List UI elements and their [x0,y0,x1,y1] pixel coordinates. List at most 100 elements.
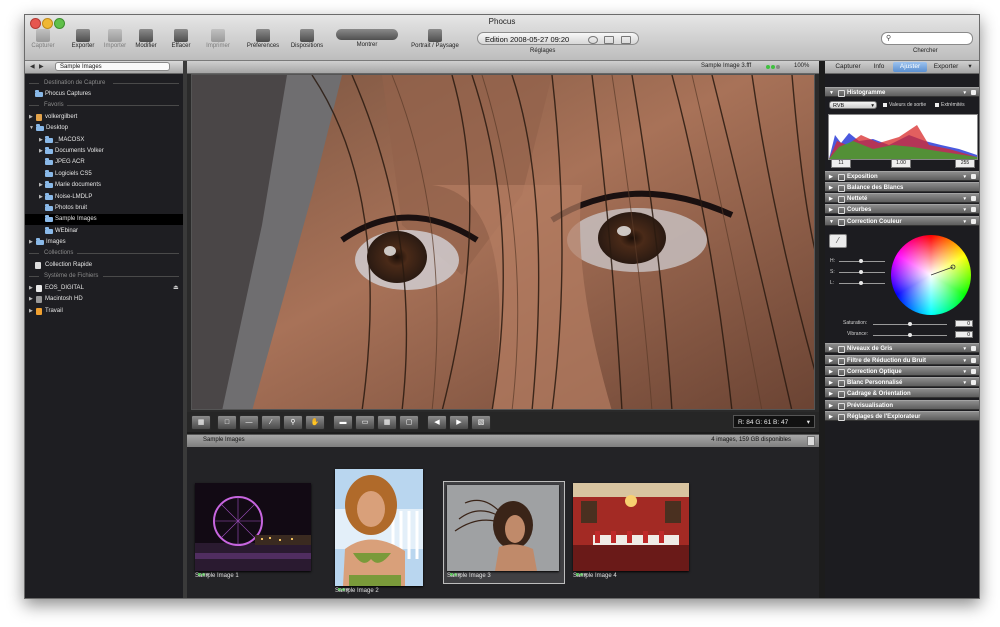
tool-nettete[interactable]: ▶ Netteté ▾ [825,193,979,203]
tool-enable-checkbox[interactable] [838,358,845,365]
forward-arrow-icon[interactable]: ▶ [39,63,44,70]
grid-view-button[interactable]: ▦ [377,415,397,430]
tool-histogramme[interactable]: ▼ Histogramme ▾ [825,87,979,97]
sidebar-item-sample-images[interactable]: Sample Images [25,214,183,225]
chevron-down-icon[interactable]: ▾ [963,344,966,354]
chevron-down-icon[interactable]: ▾ [963,194,966,204]
zoom-tool-button[interactable]: ⚲ [283,415,303,430]
preferences-button[interactable]: Préferences [243,29,283,59]
tool-reglages-explorateur[interactable]: ▶ Réglages de l'Explorateur [825,411,979,421]
main-photo[interactable] [191,74,815,410]
sidebar-item-volkergilbert[interactable]: ▶ volkergilbert [25,112,183,123]
tool-niveaux-gris[interactable]: ▶ Niveaux de Gris ▾ [825,343,979,353]
next-image-button[interactable]: ▶ [449,415,469,430]
tool-enable-checkbox[interactable] [838,380,845,387]
vibrance-value[interactable]: 0 [955,331,973,338]
tool-blanc-personnalise[interactable]: ▶ Blanc Personnalisé ▾ [825,377,979,387]
disclosure-down-icon[interactable]: ▼ [29,123,34,134]
tool-balance-blancs[interactable]: ▶ Balance des Blancs [825,182,979,192]
sidebar-item-eos-digital[interactable]: ▶ EOS_DIGITAL ⏏ [25,283,183,294]
saturation-value[interactable]: 0 [955,320,973,327]
reset-icon[interactable] [971,90,976,95]
reset-icon[interactable] [971,174,976,179]
saturation-slider-knob[interactable] [908,322,912,326]
edition-selector[interactable]: Edition 2008-05-27 09:20 [477,32,639,45]
loupe-view-button[interactable]: ▢ [399,415,419,430]
chevron-down-icon[interactable]: ▾ [807,416,810,429]
reset-icon[interactable] [971,358,976,363]
search-input[interactable]: ⚲ [881,32,973,45]
fullscreen-button[interactable]: ▧ [471,415,491,430]
tool-cadrage-orientation[interactable]: ▶ Cadrage & Orientation [825,388,979,398]
tool-enable-checkbox[interactable] [838,196,845,203]
chevron-down-icon[interactable]: ▾ [963,88,966,98]
montrer-button[interactable]: Montrer [335,29,399,59]
chevron-down-icon[interactable]: ▾ [963,172,966,182]
reset-icon[interactable] [971,346,976,351]
tool-enable-checkbox[interactable] [838,391,845,398]
disclosure-right-icon[interactable]: ▶ [39,135,43,146]
disclosure-right-icon[interactable]: ▶ [39,180,43,191]
sidebar-item-webinar[interactable]: WEbinar [25,226,183,237]
reset-icon[interactable] [971,369,976,374]
l-slider-knob[interactable] [859,281,863,285]
tab-capturer[interactable]: Capturer [831,62,865,72]
previous-image-button[interactable]: ◀ [427,415,447,430]
tool-enable-checkbox[interactable] [838,414,845,421]
chevron-down-icon[interactable]: ▾ [963,205,966,215]
disclosure-right-icon[interactable]: ▶ [29,237,33,248]
reset-icon[interactable] [971,219,976,224]
thumbnail-3[interactable] [447,485,559,571]
exporter-button[interactable]: Exporter [67,29,99,59]
sidebar-item-photos-bruit[interactable]: Photos bruit [25,203,183,214]
importer-button[interactable]: Importer [99,29,131,59]
portrait-paysage-button[interactable]: Portrait / Paysage [405,29,465,59]
tab-ajuster[interactable]: Ajuster [893,62,927,72]
effacer-button[interactable]: Effacer [167,29,195,59]
extremites-checkbox[interactable]: Extrémités [935,102,965,108]
copy-settings-icon[interactable] [604,36,614,44]
sidebar-item-documents-volker[interactable]: ▶ Documents Volker [25,146,183,157]
disclosure-right-icon[interactable]: ▶ [29,112,33,123]
tool-enable-checkbox[interactable] [838,346,845,353]
single-view-button[interactable]: ▬ [333,415,353,430]
sidebar-item-collection-rapide[interactable]: Collection Rapide [25,260,183,271]
tool-enable-checkbox[interactable] [838,369,845,376]
imprimer-button[interactable]: Imprimer [203,29,233,59]
dispositions-button[interactable]: Dispositions [287,29,327,59]
reset-icon[interactable] [971,207,976,212]
chevron-down-icon[interactable]: ▾ [965,62,975,72]
paste-settings-icon[interactable] [621,36,631,44]
modifier-button[interactable]: Modifier [131,29,161,59]
sidebar-item-macosx[interactable]: ▶ _MACOSX [25,135,183,146]
sidebar-item-marie-documents[interactable]: ▶ Marie documents [25,180,183,191]
compare-view-button[interactable]: ▭ [355,415,375,430]
chevron-down-icon[interactable]: ▾ [963,217,966,227]
straighten-tool-button[interactable]: — [239,415,259,430]
disclosure-right-icon[interactable]: ▶ [29,283,33,294]
disclosure-right-icon[interactable]: ▶ [29,294,33,305]
disclosure-right-icon[interactable]: ▶ [39,192,43,203]
back-arrow-icon[interactable]: ◀ [30,63,35,70]
tab-info[interactable]: Info [869,62,889,72]
histogram-low-value[interactable]: 11 [831,159,851,168]
thumbnail-1[interactable] [195,483,311,571]
sidebar-item-logiciels-cs5[interactable]: Logiciels CS5 [25,169,183,180]
histogram-channel-select[interactable]: RVB ▾ [829,101,877,109]
crop-tool-button[interactable]: □ [217,415,237,430]
thumbnail-2[interactable] [335,469,423,586]
histogram-mid-value[interactable]: 1.00 [891,159,911,168]
tool-enable-checkbox[interactable] [838,174,845,181]
tool-enable-checkbox[interactable] [838,207,845,214]
sidebar-item-images[interactable]: ▶ Images [25,237,183,248]
reset-icon[interactable] [588,36,598,44]
color-picker-button[interactable]: ⁄ [829,234,847,248]
sidebar-item-phocus-captures[interactable]: Phocus Captures [25,89,183,100]
chevron-down-icon[interactable]: ▾ [963,367,966,377]
sidebar-item-macintosh-hd[interactable]: ▶ Macintosh HD [25,294,183,305]
tab-exporter[interactable]: Exporter [929,62,963,72]
tool-previsualisation[interactable]: ▶ Prévisualisation [825,400,979,410]
disclosure-right-icon[interactable]: ▶ [39,146,43,157]
tool-enable-checkbox[interactable] [838,90,845,97]
thumbnail-4[interactable] [573,483,689,571]
